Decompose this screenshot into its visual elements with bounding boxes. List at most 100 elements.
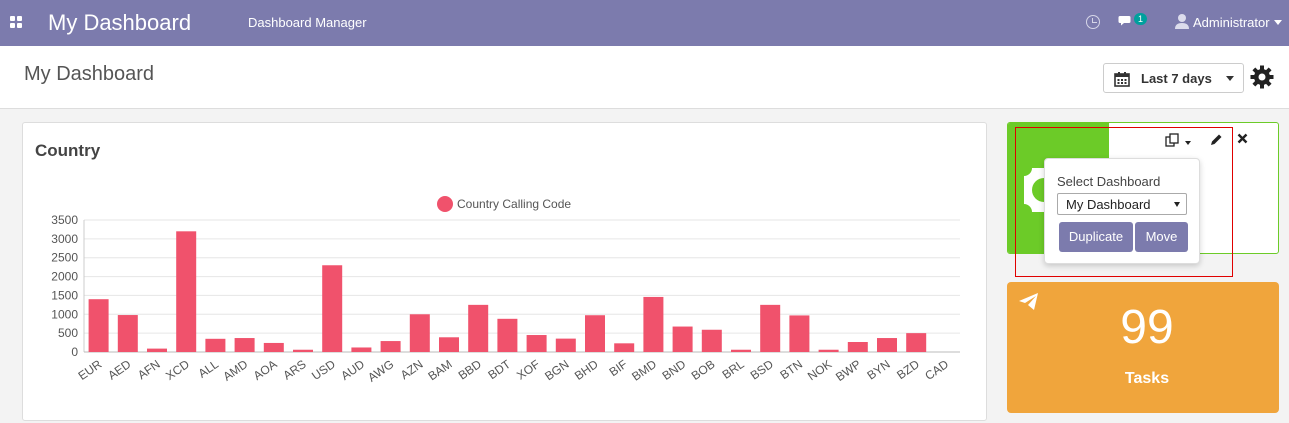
chart-bar xyxy=(760,304,781,352)
calendar-icon xyxy=(1114,72,1130,87)
chart-bar xyxy=(789,315,810,352)
date-filter-dropdown[interactable]: Last 7 days xyxy=(1103,63,1244,93)
chart-bar xyxy=(877,338,897,352)
dashboard-select-value: My Dashboard xyxy=(1066,197,1151,212)
x-tick-label: USD xyxy=(309,357,338,383)
chart-bar xyxy=(234,338,255,352)
x-tick-label: BRL xyxy=(720,357,747,382)
chart-bar xyxy=(380,341,401,352)
chart-bar xyxy=(672,326,693,352)
chart-bar xyxy=(409,314,430,352)
move-button[interactable]: Move xyxy=(1135,222,1188,252)
chart-bar xyxy=(497,318,518,352)
chart-bar xyxy=(643,296,664,352)
x-tick-label: AED xyxy=(105,357,134,383)
x-tick-label: AFN xyxy=(135,357,163,382)
y-tick-label: 500 xyxy=(58,326,78,340)
close-icon[interactable] xyxy=(1237,133,1248,144)
tile-name: Tasks xyxy=(1124,370,1170,387)
x-tick-label: CAD xyxy=(922,357,951,383)
x-tick-label: AUD xyxy=(338,357,367,383)
chart-bar xyxy=(322,265,343,352)
activity-clock-icon[interactable] xyxy=(1086,15,1100,29)
chart-bar xyxy=(176,231,197,352)
chart-bar xyxy=(293,349,313,352)
chart-bar xyxy=(147,348,167,352)
chevron-down-icon xyxy=(1174,202,1180,207)
chart-bar xyxy=(526,335,547,352)
gear-icon[interactable] xyxy=(1250,65,1274,89)
x-tick-label: BMD xyxy=(629,357,659,384)
x-tick-label: BYN xyxy=(864,357,892,383)
apps-grid-icon[interactable] xyxy=(10,16,23,29)
chart-bar xyxy=(117,315,138,352)
chart-bar xyxy=(906,333,927,352)
chart-bar xyxy=(263,342,284,352)
y-tick-label: 3500 xyxy=(51,213,78,227)
x-tick-label: BWP xyxy=(833,357,863,384)
x-tick-label: BHD xyxy=(572,357,601,383)
x-tick-label: BAM xyxy=(425,357,454,383)
y-tick-label: 1000 xyxy=(51,307,78,321)
chart-bar xyxy=(847,342,868,352)
x-tick-label: BND xyxy=(660,357,689,383)
x-tick-label: AOA xyxy=(251,357,280,383)
x-tick-label: BGN xyxy=(542,357,571,383)
x-tick-label: XOF xyxy=(514,357,542,383)
duplicate-icon[interactable] xyxy=(1165,133,1179,147)
user-menu[interactable]: Administrator xyxy=(1193,15,1270,30)
bar-chart: 0 500 1000 1500 2000 2500 3000 3500 Country Call… xyxy=(51,196,960,385)
chart-bar xyxy=(555,338,576,352)
x-tick-label: XCD xyxy=(163,357,192,383)
chart-bar xyxy=(614,343,635,352)
x-tick-label: AMD xyxy=(220,357,250,384)
chart-bar xyxy=(731,349,751,352)
x-tick-label: ALL xyxy=(196,357,222,381)
y-tick-label: 3000 xyxy=(51,232,78,246)
x-tick-label: AWG xyxy=(365,357,396,385)
duplicate-caret-icon[interactable] xyxy=(1185,141,1191,145)
top-navbar: My Dashboard Dashboard Manager 1 Adminis… xyxy=(0,0,1289,46)
y-tick-label: 2000 xyxy=(51,270,78,284)
select-dashboard-label: Select Dashboard xyxy=(1057,174,1161,189)
chart-bar xyxy=(88,299,109,352)
y-tick-label: 0 xyxy=(71,345,78,359)
app-brand[interactable]: My Dashboard xyxy=(48,10,191,36)
x-tick-label: EUR xyxy=(76,357,105,383)
dashboard-select[interactable]: My Dashboard xyxy=(1057,193,1187,215)
x-tick-label: BIF xyxy=(607,357,630,379)
chart-bar xyxy=(351,347,372,352)
legend-label: Country Calling Code xyxy=(457,197,571,211)
x-tick-label: ARS xyxy=(280,357,308,383)
tile-value: 99 xyxy=(1120,301,1174,354)
control-panel: My Dashboard Last 7 days xyxy=(0,46,1289,109)
y-tick-label: 1500 xyxy=(51,288,78,302)
duplicate-move-popover: Select Dashboard My Dashboard Duplicate … xyxy=(1044,158,1200,264)
chart-bar xyxy=(818,349,839,352)
chart-bar xyxy=(439,337,459,352)
legend-swatch xyxy=(437,196,453,212)
x-tick-label: BTN xyxy=(777,357,805,382)
user-menu-caret-icon[interactable] xyxy=(1274,20,1282,25)
chevron-down-icon xyxy=(1226,76,1234,81)
y-tick-label: 2500 xyxy=(51,251,78,265)
x-tick-label: BBD xyxy=(456,357,485,383)
chat-count-badge: 1 xyxy=(1134,13,1148,25)
edit-pencil-icon[interactable] xyxy=(1210,133,1223,146)
chart-bar xyxy=(205,338,226,352)
x-tick-label: BDT xyxy=(485,357,513,383)
x-tick-label: BOB xyxy=(689,357,718,383)
menu-dashboard-manager[interactable]: Dashboard Manager xyxy=(248,15,367,30)
chat-icon[interactable] xyxy=(1118,14,1134,28)
x-tick-label: BZD xyxy=(894,357,922,382)
duplicate-button[interactable]: Duplicate xyxy=(1059,222,1133,252)
chart-bar xyxy=(468,304,489,352)
x-tick-label: BSD xyxy=(748,357,777,383)
chart-bar xyxy=(701,329,722,352)
country-chart-card: Country 0 500 1000 1500 2000 2500 3000 3500 Coun… xyxy=(22,122,987,421)
date-filter-label: Last 7 days xyxy=(1141,71,1212,86)
tasks-kpi-tile[interactable]: 99 Tasks xyxy=(1007,282,1279,413)
page-title: My Dashboard xyxy=(24,63,155,85)
user-avatar-icon[interactable] xyxy=(1175,13,1189,29)
x-tick-label: NOK xyxy=(805,357,834,383)
